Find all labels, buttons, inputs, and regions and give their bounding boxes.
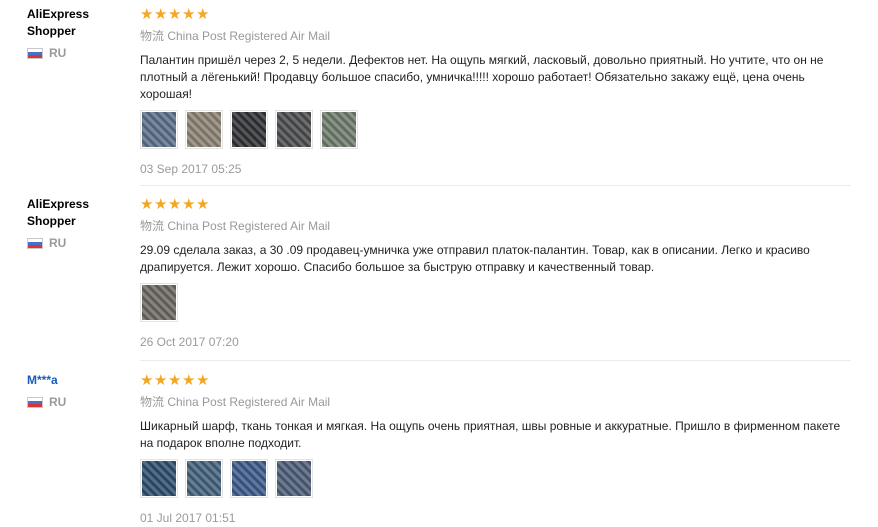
review-photos [140,459,860,498]
review-text: 29.09 сделала заказ, а 30 .09 продавец-у… [140,243,810,274]
star-icon: ★ [140,196,154,213]
review-content: ★ ★ ★ ★ ★ 物流 China Post Registered Air M… [140,6,860,176]
star-icon: ★ [196,372,210,389]
review-photo-thumbnail[interactable] [140,459,178,498]
reviewer-country: RU [27,46,127,60]
review-photo-thumbnail[interactable] [230,110,268,149]
star-icon: ★ [154,196,168,213]
star-icon: ★ [168,196,182,213]
star-icon: ★ [182,6,196,23]
review-photo-thumbnail[interactable] [275,110,313,149]
shipping-method: 物流 China Post Registered Air Mail [140,395,331,409]
review-photo-thumbnail[interactable] [140,110,178,149]
reviewer-name: AliExpress Shopper [27,7,90,38]
reviewer-name: AliExpress Shopper [27,197,90,228]
reviewer-country: RU [27,236,127,250]
star-rating: ★ ★ ★ ★ ★ [140,196,860,213]
reviewer-info: M***a RU [27,372,127,409]
review-date: 26 Oct 2017 07:20 [140,335,239,349]
star-icon: ★ [196,196,210,213]
country-code: RU [49,236,67,250]
reviewer-info: AliExpress Shopper RU [27,6,127,60]
review-date: 01 Jul 2017 01:51 [140,511,236,525]
review-content: ★ ★ ★ ★ ★ 物流 China Post Registered Air M… [140,196,860,349]
star-icon: ★ [196,6,210,23]
star-icon: ★ [168,372,182,389]
review-date: 03 Sep 2017 05:25 [140,162,242,176]
review-photo-thumbnail[interactable] [230,459,268,498]
shipping-method: 物流 China Post Registered Air Mail [140,29,331,43]
review-photos [140,283,860,322]
review-photo-thumbnail[interactable] [185,110,223,149]
reviewer-info: AliExpress Shopper RU [27,196,127,250]
flag-ru-icon [27,396,43,408]
star-icon: ★ [154,372,168,389]
review-content: ★ ★ ★ ★ ★ 物流 China Post Registered Air M… [140,372,860,525]
review-text: Шикарный шарф, ткань тонкая и мягкая. На… [140,419,841,450]
review-photo-thumbnail[interactable] [320,110,358,149]
reviewer-country: RU [27,395,127,409]
review-divider [140,360,851,361]
star-rating: ★ ★ ★ ★ ★ [140,372,860,389]
review-photo-thumbnail[interactable] [140,283,178,322]
review-photo-thumbnail[interactable] [185,459,223,498]
country-code: RU [49,395,67,409]
star-icon: ★ [168,6,182,23]
review-text: Палантин пришёл через 2, 5 недели. Дефек… [140,53,824,101]
flag-ru-icon [27,237,43,249]
review-photos [140,110,860,149]
star-icon: ★ [182,196,196,213]
review-divider [140,185,851,186]
star-rating: ★ ★ ★ ★ ★ [140,6,860,23]
shipping-method: 物流 China Post Registered Air Mail [140,219,331,233]
star-icon: ★ [154,6,168,23]
star-icon: ★ [140,6,154,23]
flag-ru-icon [27,47,43,59]
country-code: RU [49,46,67,60]
reviewer-name[interactable]: M***a [27,372,127,389]
star-icon: ★ [140,372,154,389]
review-photo-thumbnail[interactable] [275,459,313,498]
star-icon: ★ [182,372,196,389]
